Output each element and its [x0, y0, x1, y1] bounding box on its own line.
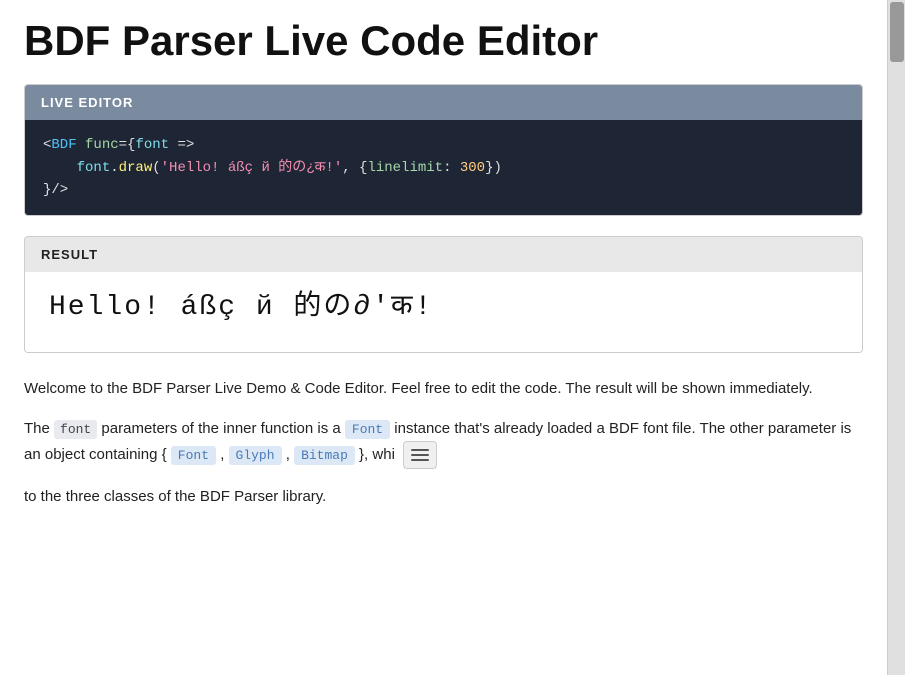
result-header: RESULT [25, 237, 862, 272]
scrollbar[interactable] [887, 0, 905, 675]
page-wrapper: BDF Parser Live Code Editor LIVE EDITOR … [0, 0, 905, 675]
live-editor-panel: LIVE EDITOR <BDF func={font => font.draw… [24, 84, 863, 216]
inline-code-Bitmap: Bitmap [294, 446, 355, 465]
inline-code-font: font [54, 420, 97, 439]
code-line-3: }/> [43, 179, 844, 201]
code-editor[interactable]: <BDF func={font => font.draw('Hello! áßç… [25, 120, 862, 215]
description-para2: The font parameters of the inner functio… [24, 417, 863, 469]
hamburger-icon [411, 449, 429, 461]
description-para1: Welcome to the BDF Parser Live Demo & Co… [24, 377, 863, 401]
page-title: BDF Parser Live Code Editor [24, 18, 863, 64]
code-line-1: <BDF func={font => [43, 134, 844, 156]
inline-code-Glyph: Glyph [229, 446, 282, 465]
scrollbar-thumb[interactable] [890, 2, 904, 62]
main-content: BDF Parser Live Code Editor LIVE EDITOR … [0, 0, 887, 549]
description-para3: to the three classes of the BDF Parser l… [24, 485, 863, 509]
result-panel: RESULT Hello! áßç й 的の∂'क! [24, 236, 863, 353]
live-editor-header: LIVE EDITOR [25, 85, 862, 120]
hamburger-button[interactable] [403, 441, 437, 469]
result-body: Hello! áßç й 的の∂'क! [25, 272, 862, 352]
code-line-2: font.draw('Hello! áßç й 的の¿क!', {linelim… [43, 157, 844, 179]
inline-code-Font: Font [345, 420, 390, 439]
rendered-output: Hello! áßç й 的の∂'क! [49, 290, 838, 326]
inline-code-Font2: Font [171, 446, 216, 465]
